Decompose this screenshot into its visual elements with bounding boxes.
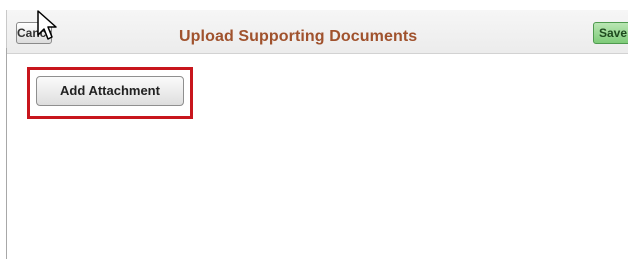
upload-dialog: Cancel Upload Supporting Documents Save … [0, 0, 628, 259]
content-border [6, 48, 7, 259]
page-title: Upload Supporting Documents [179, 28, 418, 45]
mouse-pointer-icon [37, 10, 57, 40]
save-button[interactable]: Save [593, 22, 628, 44]
add-attachment-button[interactable]: Add Attachment [36, 76, 184, 106]
dialog-header: Cancel Upload Supporting Documents Save [6, 10, 628, 54]
